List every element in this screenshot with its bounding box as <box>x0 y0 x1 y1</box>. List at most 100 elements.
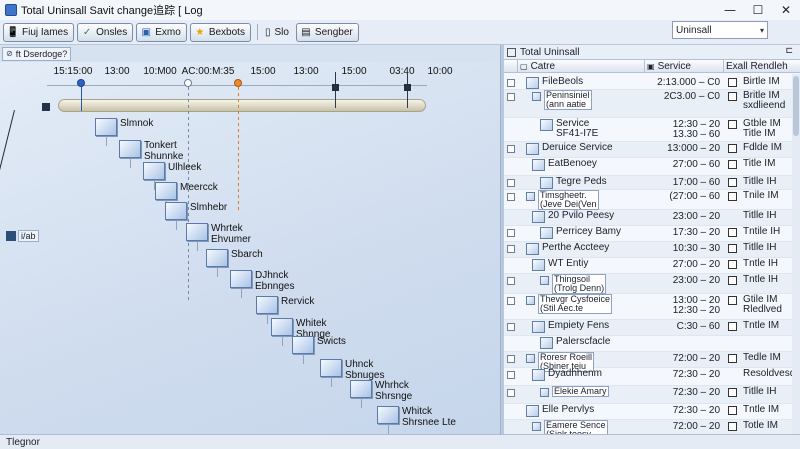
maximize-button[interactable]: ☐ <box>744 0 772 20</box>
row-checkbox[interactable] <box>507 93 515 101</box>
row-check-cell <box>504 226 518 241</box>
list-row[interactable]: Palerscfacle <box>504 336 800 352</box>
row-checkbox[interactable] <box>507 323 515 331</box>
status-checkbox[interactable] <box>727 276 737 285</box>
timeline-step[interactable]: Rervick <box>256 296 314 314</box>
end-marker-2[interactable] <box>404 84 411 91</box>
list-row[interactable]: Tegre Peds 17:00 – 60 Titlle IH <box>504 176 800 190</box>
toolbar-button-3[interactable]: ★ Bexbots <box>189 22 251 42</box>
status-checkbox[interactable] <box>727 322 737 331</box>
column-header-name[interactable]: ▢ Catre <box>518 60 645 72</box>
close-button[interactable]: ✕ <box>772 0 800 20</box>
timeline-pane[interactable]: 15:15:00 13:00 10:M00 AC:00:M:35 15:00 13:00 1… <box>0 62 500 434</box>
row-badge-cell <box>724 320 740 335</box>
column-header-label: Service <box>657 60 691 72</box>
list-row[interactable]: Perthe Accteey 10:30 – 30 Titlle IH <box>504 242 800 258</box>
minimize-button[interactable]: — <box>716 0 744 20</box>
timeline-step[interactable]: Slmnok <box>95 118 153 136</box>
list-row[interactable]: Empiety Fens C:30 – 60 Tntle IM <box>504 320 800 336</box>
list-row[interactable]: FileBeols 2:13.000 – C0 Birtle IM <box>504 76 800 90</box>
timeline-step[interactable]: Whrhck Shrsnge <box>350 380 412 402</box>
row-checkbox[interactable] <box>507 245 515 253</box>
scrollbar-thumb[interactable] <box>793 76 799 136</box>
status-checkbox[interactable] <box>727 406 737 415</box>
column-header-extra[interactable]: Exall Rendleh <box>724 60 800 72</box>
list-row[interactable]: Elle Pervlys 72:30 – 20 Tntle IM <box>504 404 800 420</box>
toolbar-flat-button-1[interactable]: ▤ Sengber <box>295 22 359 42</box>
row-checkbox[interactable] <box>507 355 515 363</box>
blue-marker-handle[interactable] <box>77 79 85 87</box>
timeline-step[interactable]: DJhnck Ebnnges <box>230 270 294 292</box>
status-text: Tlegnor <box>6 436 40 448</box>
list-row[interactable]: Roresr Roeill (Sbiner teiu 72:00 – 20 Tedl… <box>504 352 800 372</box>
grey-marker-handle[interactable] <box>184 79 192 87</box>
list-row[interactable]: Thingsoil (Trolg Denn) 23:00 – 20 Tntle IH <box>504 274 800 294</box>
status-checkbox[interactable] <box>727 178 737 187</box>
list-row[interactable]: Eamere Sence (Siolr teesy 72:00 – 20 Totle… <box>504 420 800 434</box>
pin-icon[interactable]: ⊏ <box>785 46 793 56</box>
row-checkbox[interactable] <box>507 145 515 153</box>
row-checkbox[interactable] <box>507 371 515 379</box>
list-row[interactable]: Dyadhhenm 72:30 – 20 Resoldvesd <box>504 368 800 386</box>
list-row[interactable]: WT Entiy 27:00 – 20 Tntle IH <box>504 258 800 274</box>
row-checkbox[interactable] <box>507 229 515 237</box>
row-checkbox[interactable] <box>507 297 515 305</box>
row-name-cell: Roresr Roeill (Sbiner teiu <box>518 352 645 372</box>
orange-marker-handle[interactable] <box>234 79 242 87</box>
step-connector <box>176 220 177 230</box>
status-checkbox[interactable] <box>727 144 737 153</box>
row-badge-cell <box>724 118 740 141</box>
timeline-tick: AC:00:M:35 <box>181 66 235 77</box>
row-checkbox[interactable] <box>507 179 515 187</box>
chevron-down-icon: ▾ <box>759 25 764 35</box>
row-checkbox[interactable] <box>507 193 515 201</box>
list-row[interactable]: Perricey Bamy 17:30 – 20 Tntile IH <box>504 226 800 242</box>
timeline-step[interactable]: Tonkert Shunnke <box>119 140 183 162</box>
column-header-service[interactable]: ▣ Service <box>645 60 724 72</box>
status-checkbox[interactable] <box>727 354 737 363</box>
timeline-step[interactable]: Swicts <box>292 336 346 354</box>
status-checkbox[interactable] <box>727 388 737 397</box>
list-row[interactable]: EatBenoey 27:00 – 60 Title IM <box>504 158 800 176</box>
status-checkbox[interactable] <box>727 296 737 305</box>
toolbar-flat-button-0[interactable]: ▯ Slo <box>261 23 293 42</box>
timeline-step-label: Slmhebr <box>190 202 228 213</box>
status-checkbox[interactable] <box>727 260 737 269</box>
timeline-step[interactable]: Slmhebr <box>165 202 227 220</box>
list-row[interactable]: Timsgheetr. (Jeve Dei(Ven (27:00 – 60 Tnil… <box>504 190 800 210</box>
status-checkbox[interactable] <box>727 92 737 101</box>
row-name: 20 Pvilo Peesy <box>548 210 615 221</box>
list-row[interactable]: 20 Pvilo Peesy 23:00 – 20 Titlle IH <box>504 210 800 226</box>
status-checkbox[interactable] <box>727 160 737 169</box>
timeline-step[interactable]: Whrtek Ehvumer <box>186 223 251 245</box>
row-checkbox[interactable] <box>507 389 515 397</box>
timeline-step[interactable]: Ulhleek <box>143 162 201 180</box>
root-node[interactable]: i/ab <box>6 230 39 242</box>
timeline-step[interactable]: Uhnck Sbnuges <box>320 359 384 381</box>
end-marker-1[interactable] <box>332 84 339 91</box>
change-list[interactable]: FileBeols 2:13.000 – C0 Birtle IM Peninsini… <box>504 74 800 434</box>
row-checkbox[interactable] <box>507 277 515 285</box>
toolbar-button-0[interactable]: 📱 Fiuj Iames <box>3 22 75 42</box>
status-checkbox[interactable] <box>727 78 737 87</box>
status-checkbox[interactable] <box>727 120 737 129</box>
timeline-step[interactable]: Meercck <box>155 182 218 200</box>
row-checkbox[interactable] <box>507 79 515 87</box>
list-row[interactable]: Elekie Amary 72:30 – 20 Titlle IH <box>504 386 800 404</box>
status-checkbox[interactable] <box>727 244 737 253</box>
list-row[interactable]: Service SF41-I7E 12:30 – 20 13.30 – 60 Gtb… <box>504 118 800 142</box>
list-row[interactable]: Deruice Service 13:000 – 20 Fdlde IM <box>504 142 800 158</box>
filter-field[interactable]: ⊘ ft Dserdoge? <box>2 46 72 61</box>
status-checkbox[interactable] <box>727 192 737 201</box>
vertical-scrollbar[interactable] <box>792 74 800 434</box>
status-checkbox[interactable] <box>727 422 737 431</box>
list-row[interactable]: Thevgr Cysfoeice (Stil Aec.te 13:00 – 20 … <box>504 294 800 320</box>
list-row[interactable]: Peninsiniel (ann aatie 2C3.00 – C0 Britle … <box>504 90 800 118</box>
time-range-slider[interactable] <box>58 99 426 112</box>
status-checkbox[interactable] <box>727 228 737 237</box>
toolbar-button-2[interactable]: ▣ Exmo <box>136 22 187 42</box>
timeline-step[interactable]: Sbarch <box>206 249 263 267</box>
row-badge-cell <box>724 420 740 434</box>
view-select[interactable]: Uninsall ▾ <box>672 21 768 39</box>
toolbar-button-1[interactable]: ✓ Onsles <box>77 22 134 42</box>
